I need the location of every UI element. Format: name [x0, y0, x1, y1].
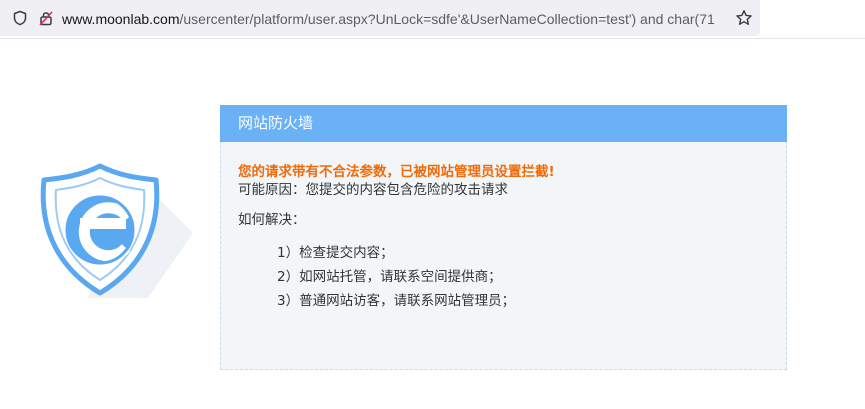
- panel-header: 网站防火墙: [220, 105, 787, 142]
- solution-step: 2）如网站托管，请联系空间提供商；: [277, 269, 502, 285]
- toolbar-divider: [0, 38, 865, 39]
- solution-step: 1）检查提交内容；: [277, 245, 394, 261]
- shield-icon[interactable]: [12, 10, 28, 26]
- url-path: /usercenter/platform/user.aspx?UnLock=sd…: [179, 11, 715, 27]
- solution-step: 3）普通网站访客，请联系网站管理员；: [277, 293, 516, 309]
- reason-text: 可能原因：您提交的内容包含危险的攻击请求: [238, 182, 508, 198]
- solution-steps: 1）检查提交内容； 2）如网站托管，请联系空间提供商； 3）普通网站访客，请联系…: [277, 244, 515, 316]
- address-bar[interactable]: www.moonlab.com/usercenter/platform/user…: [0, 0, 760, 36]
- howto-title: 如何解决：: [238, 212, 306, 228]
- url-text[interactable]: www.moonlab.com/usercenter/platform/user…: [62, 9, 728, 29]
- firewall-panel: [220, 105, 787, 370]
- url-host: www.moonlab.com: [62, 11, 180, 27]
- star-icon[interactable]: [735, 9, 753, 27]
- block-message: 您的请求带有不合法参数，已被网站管理员设置拦截!: [238, 164, 555, 180]
- shield-e-logo: [40, 163, 193, 298]
- lock-icon[interactable]: [38, 10, 54, 26]
- panel-title: 网站防火墙: [238, 114, 314, 132]
